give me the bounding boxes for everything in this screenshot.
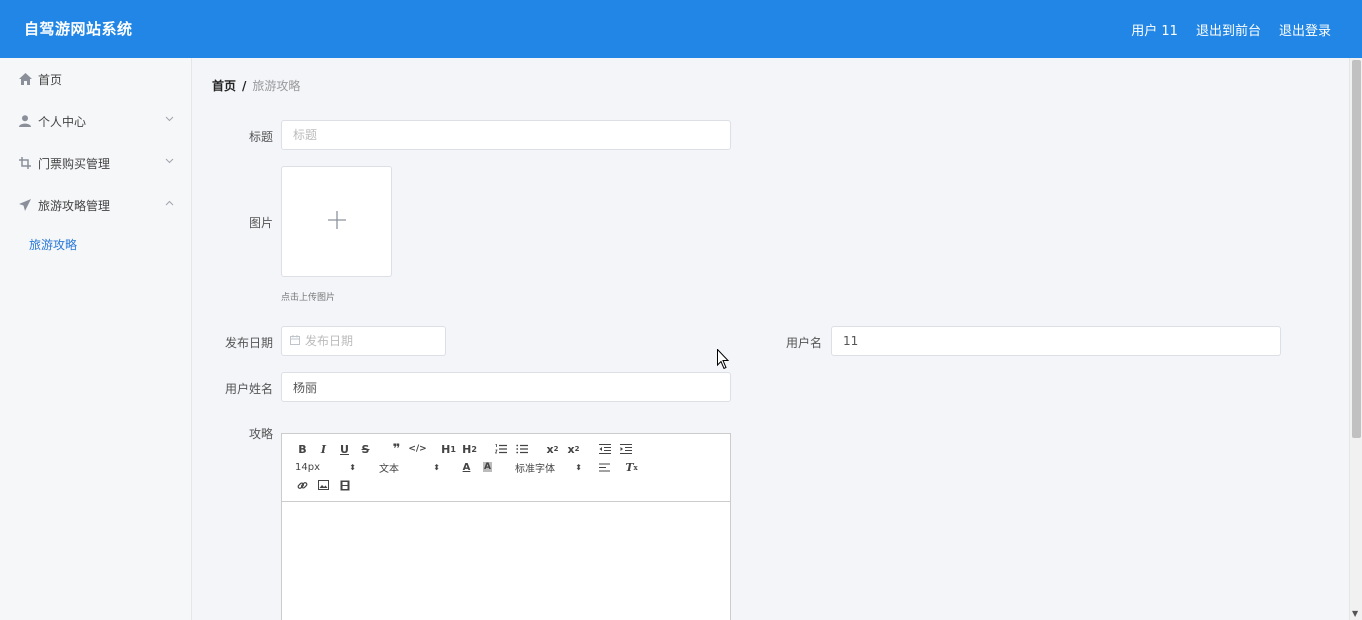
exit-to-front-link[interactable]: 退出到前台 (1196, 20, 1261, 39)
sidebar-item-label: 门票购买管理 (38, 156, 111, 171)
home-icon (18, 72, 32, 86)
header-actions: 用户 11 退出到前台 退出登录 (1131, 20, 1331, 39)
date-input[interactable] (305, 334, 435, 348)
subscript-icon[interactable]: x2 (542, 440, 563, 458)
scroll-down-arrow-icon[interactable]: ▼ (1352, 609, 1358, 618)
breadcrumb: 首页 / 旅游攻略 (212, 77, 300, 94)
font-family-select[interactable]: 标准字体 ⬍ (512, 460, 582, 475)
content-label: 攻略 (248, 427, 273, 441)
sidebar-item-home[interactable]: 首页 (0, 59, 192, 99)
user-icon (18, 114, 32, 128)
date-label: 发布日期 (224, 336, 273, 350)
realname-label: 用户姓名 (224, 382, 273, 396)
link-icon[interactable] (292, 476, 313, 494)
updown-icon: ⬍ (349, 462, 356, 472)
sidebar-subitem-guide[interactable]: 旅游攻略 (29, 236, 77, 253)
upload-hint: 点击上传图片 (281, 293, 336, 303)
sidebar-item-label: 旅游攻略管理 (38, 198, 111, 213)
rich-text-editor: B I U S ❞ </> H1 H2 x2 x2 14px ⬍ 文本 ⬍ A … (281, 433, 731, 620)
chevron-down-icon (165, 156, 174, 167)
heading-select[interactable]: 文本 ⬍ (376, 460, 440, 475)
vertical-scrollbar[interactable]: ▼ (1349, 58, 1362, 620)
sidebar-item-tickets[interactable]: 门票购买管理 (0, 143, 192, 183)
underline-icon[interactable]: U (334, 440, 355, 458)
crop-icon (18, 156, 32, 170)
scroll-thumb[interactable] (1352, 60, 1361, 438)
image-icon[interactable] (313, 476, 334, 494)
sidebar: 首页 个人中心 门票购买管理 旅游攻略管理 旅游攻略 (0, 58, 192, 620)
sidebar-item-guides[interactable]: 旅游攻略管理 (0, 185, 192, 225)
send-icon (18, 198, 32, 212)
bold-icon[interactable]: B (292, 440, 313, 458)
indent-icon[interactable] (615, 440, 636, 458)
editor-toolbar: B I U S ❞ </> H1 H2 x2 x2 14px ⬍ 文本 ⬍ A … (282, 434, 730, 502)
align-left-icon[interactable] (594, 458, 615, 476)
date-picker[interactable] (281, 326, 446, 356)
plus-icon (327, 211, 346, 232)
main-content: 首页 / 旅游攻略 标题 图片 点击上传图片 发布日期 用户名 用户姓名 攻略 B … (193, 58, 1349, 620)
font-family-value: 标准字体 (515, 463, 555, 475)
font-size-select[interactable]: 14px ⬍ (292, 462, 356, 473)
superscript-icon[interactable]: x2 (563, 440, 584, 458)
updown-icon: ⬍ (433, 462, 440, 472)
editor-content-area[interactable] (282, 502, 730, 620)
username-input[interactable] (831, 326, 1281, 356)
app-title: 自驾游网站系统 (24, 20, 133, 38)
strike-icon[interactable]: S (355, 440, 376, 458)
image-label: 图片 (248, 216, 273, 230)
mouse-cursor-icon (717, 348, 730, 373)
background-color-icon[interactable]: A (477, 458, 498, 476)
breadcrumb-separator: / (242, 79, 247, 93)
top-header: 自驾游网站系统 用户 11 退出到前台 退出登录 (0, 0, 1362, 58)
font-color-icon[interactable]: A (456, 458, 477, 476)
bullet-list-icon[interactable] (511, 440, 532, 458)
title-input[interactable] (281, 120, 731, 150)
code-block-icon[interactable]: </> (407, 440, 428, 458)
username-label: 用户名 (785, 336, 822, 350)
header2-icon[interactable]: H2 (459, 440, 480, 458)
user-name-link[interactable]: 用户 11 (1131, 20, 1178, 39)
sidebar-item-personal[interactable]: 个人中心 (0, 101, 192, 141)
sidebar-item-label: 个人中心 (38, 114, 87, 129)
image-uploader[interactable] (281, 166, 392, 277)
sidebar-item-label: 首页 (38, 72, 63, 87)
breadcrumb-home[interactable]: 首页 (212, 79, 236, 93)
logout-link[interactable]: 退出登录 (1279, 20, 1331, 39)
title-label: 标题 (248, 130, 273, 144)
italic-icon[interactable]: I (313, 440, 334, 458)
outdent-icon[interactable] (594, 440, 615, 458)
header1-icon[interactable]: H1 (438, 440, 459, 458)
breadcrumb-current: 旅游攻略 (252, 79, 301, 93)
heading-value: 文本 (379, 463, 399, 475)
clear-format-icon[interactable]: Tx (621, 458, 642, 476)
ordered-list-icon[interactable] (490, 440, 511, 458)
calendar-icon (290, 334, 300, 348)
video-icon[interactable] (334, 476, 355, 494)
updown-icon: ⬍ (575, 462, 582, 472)
realname-input[interactable] (281, 372, 731, 402)
chevron-up-icon (165, 198, 174, 209)
blockquote-icon[interactable]: ❞ (386, 440, 407, 458)
chevron-down-icon (165, 114, 174, 125)
font-size-value: 14px (295, 461, 320, 473)
